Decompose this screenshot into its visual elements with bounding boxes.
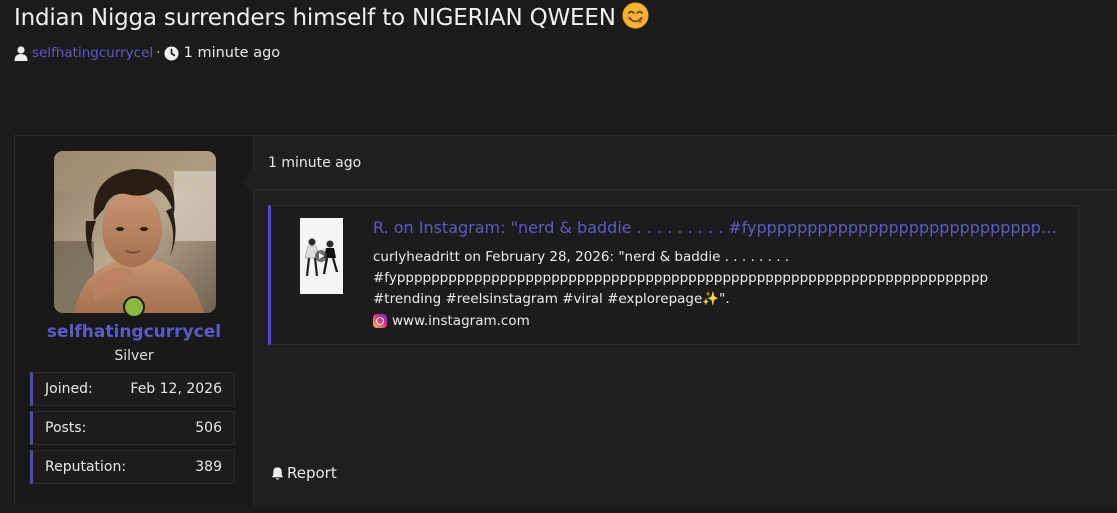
link-embed[interactable]: R. on Instagram: "nerd & baddie . . . . … xyxy=(268,205,1079,345)
user-icon xyxy=(14,45,28,61)
bell-icon xyxy=(271,466,284,480)
stat-posts: Posts: 506 xyxy=(30,411,235,445)
report-label: Report xyxy=(287,464,337,482)
post-divider xyxy=(254,189,1117,190)
stat-value: 506 xyxy=(195,420,222,436)
user-title: Silver xyxy=(114,348,154,364)
stat-label: Posts: xyxy=(45,420,87,436)
post-time[interactable]: 1 minute ago xyxy=(268,155,361,171)
stat-label: Joined: xyxy=(45,381,93,397)
clock-icon xyxy=(164,45,179,61)
stat-value: 389 xyxy=(195,459,222,475)
avatar-image xyxy=(54,151,216,313)
embed-title-link[interactable]: R. on Instagram: "nerd & baddie . . . . … xyxy=(373,218,1066,237)
thread-title: Indian Nigga surrenders himself to NIGER… xyxy=(14,2,649,31)
embed-desc-line: curlyheadritt on February 28, 2026: "ner… xyxy=(373,249,790,265)
post-arrow xyxy=(242,170,254,194)
embed-desc-line: #fyppppppppppppppppppppppppppppppppppppp… xyxy=(373,270,989,286)
embed-site-domain: www.instagram.com xyxy=(392,313,530,329)
embed-thumbnail-image xyxy=(300,218,343,294)
meta-separator: · xyxy=(156,45,161,61)
embed-desc-line: #trending #reelsinstagram #viral #explor… xyxy=(373,291,730,307)
post: selfhatingcurrycel Silver Joined: Feb 12… xyxy=(14,135,1117,506)
embed-site: www.instagram.com xyxy=(373,313,530,329)
stat-label: Reputation: xyxy=(45,459,127,475)
embed-thumbnail[interactable] xyxy=(300,218,343,294)
post-username[interactable]: selfhatingcurrycel xyxy=(15,322,253,342)
stat-value: Feb 12, 2026 xyxy=(130,381,222,397)
stat-reputation: Reputation: 389 xyxy=(30,450,235,484)
report-button[interactable]: Report xyxy=(270,464,337,482)
post-main: 1 minute ago R. on Instagram: "nerd & ba… xyxy=(254,136,1117,506)
instagram-icon xyxy=(373,314,387,328)
post-user-panel: selfhatingcurrycel Silver Joined: Feb 12… xyxy=(14,136,254,506)
stat-joined: Joined: Feb 12, 2026 xyxy=(30,372,235,406)
online-status-dot xyxy=(123,296,145,318)
yum-face-icon xyxy=(622,2,649,29)
embed-description: curlyheadritt on February 28, 2026: "ner… xyxy=(373,247,1063,310)
thread-meta: selfhatingcurrycel · 1 minute ago xyxy=(14,45,280,61)
thread-time: 1 minute ago xyxy=(183,45,281,61)
thread-title-text: Indian Nigga surrenders himself to NIGER… xyxy=(14,5,616,31)
avatar[interactable] xyxy=(54,151,216,313)
thread-author-link[interactable]: selfhatingcurrycel xyxy=(32,45,153,61)
